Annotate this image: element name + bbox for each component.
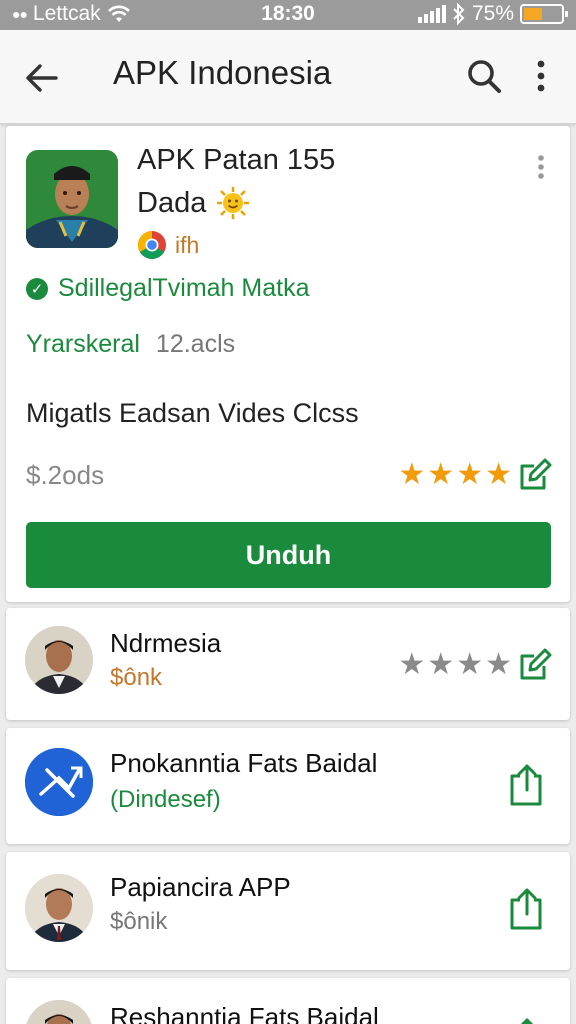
app-title-line2: Dada (137, 186, 250, 220)
avatar (25, 874, 93, 942)
developer-name: ifh (175, 231, 200, 258)
list-item-title: Papiancira APP (110, 872, 291, 902)
app-description: Migatls Eadsan Vides Clcss (26, 398, 359, 428)
search-icon[interactable] (464, 56, 504, 96)
star-icon: ★ (427, 648, 455, 681)
bluetooth-icon (453, 3, 465, 25)
rating-row: ★ ★ ★ ★ (398, 648, 552, 682)
developer-row[interactable]: ifh (137, 230, 199, 260)
share-icon[interactable] (506, 886, 548, 932)
app-title-second-line: Dada (137, 186, 207, 219)
battery-icon (520, 4, 568, 24)
star-icon: ★ (485, 458, 512, 491)
app-size: 12.acls (155, 330, 236, 358)
list-item-title: Reshanntia Fats Baidal (110, 1002, 379, 1024)
cell-signal-icon (417, 5, 446, 23)
page-title: APK Indonesia (113, 54, 332, 91)
list-item-subtitle: $ônik (110, 908, 168, 935)
app-icon (25, 748, 93, 816)
star-icon: ★ (456, 458, 484, 491)
rating-row: ★ ★ ★ ★ (398, 458, 552, 492)
star-icon: ★ (427, 458, 455, 491)
edit-icon[interactable] (518, 648, 552, 682)
list-item-subtitle: $ônk (110, 664, 163, 691)
verified-text: SdillegalTvimah Matka (58, 274, 310, 302)
app-price: $.2ods (26, 460, 105, 490)
avatar (25, 626, 93, 694)
sun-emoji-icon (217, 187, 250, 219)
star-icon: ★ (398, 458, 426, 491)
list-item-title: Pnokanntia Fats Baidal (110, 748, 378, 778)
list-item-subtitle: (Dindesef) (110, 786, 221, 813)
app-title: APK Patan 155 (137, 144, 336, 176)
star-icon: ★ (398, 648, 426, 681)
share-icon[interactable] (506, 1016, 548, 1024)
verified-row: ✓ SdillegalTvimah Matka (26, 274, 310, 303)
list-item[interactable]: Pnokanntia Fats Baidal (Dindesef) (6, 728, 570, 844)
app-bar: APK Indonesia (0, 30, 576, 124)
list-item[interactable]: Ndrmesia $ônk ★ ★ ★ ★ (6, 608, 570, 720)
star-icon: ★ (456, 648, 484, 681)
status-bar: ●● Lettcak 18:30 75% (0, 0, 576, 30)
share-icon[interactable] (506, 762, 548, 808)
check-circle-icon: ✓ (26, 277, 48, 300)
edit-icon[interactable] (518, 458, 552, 492)
list-item[interactable]: Papiancira APP $ônik (6, 852, 570, 970)
app-category[interactable]: Yrarskeral (26, 330, 140, 359)
meta-row: Yrarskeral 12.acls (26, 330, 235, 359)
list-item[interactable]: Reshanntia Fats Baidal (6, 978, 570, 1024)
app-icon[interactable] (26, 150, 118, 248)
battery-percent: 75% (471, 2, 514, 25)
status-right: 75% (417, 2, 568, 26)
chrome-icon (138, 231, 166, 259)
star-icon: ★ (485, 648, 512, 681)
more-vert-icon[interactable] (526, 56, 556, 96)
list-item-title: Ndrmesia (110, 628, 222, 658)
download-button[interactable]: Unduh (26, 522, 551, 588)
avatar (25, 1000, 93, 1024)
arrow-back-icon[interactable] (20, 56, 64, 100)
more-vert-icon[interactable] (534, 154, 548, 180)
app-detail-card: APK Patan 155 Dada ifh ✓ SdillegalTvimah… (6, 126, 570, 602)
